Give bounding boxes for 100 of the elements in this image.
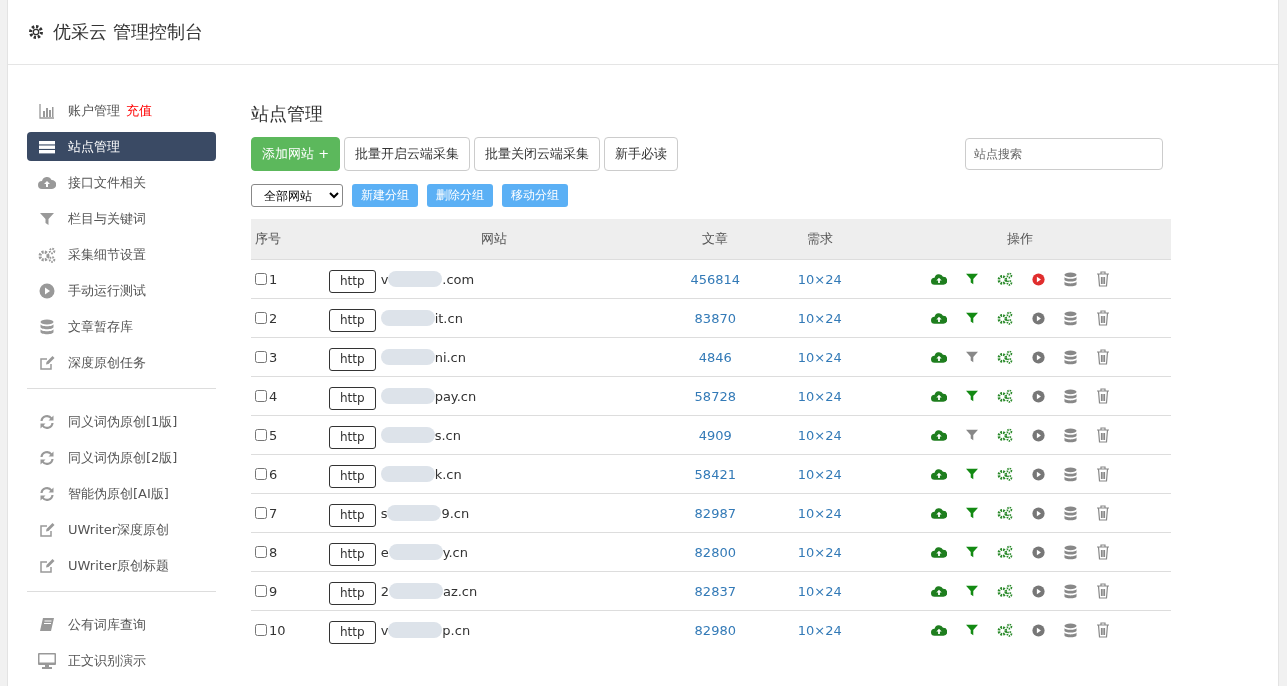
row-checkbox[interactable] (255, 312, 267, 324)
sidebar-item[interactable]: 账户管理 充值 (27, 96, 216, 125)
gears-icon[interactable] (996, 272, 1013, 286)
trash-icon[interactable] (1095, 583, 1110, 599)
trash-icon[interactable] (1095, 427, 1110, 443)
gears-icon[interactable] (996, 350, 1013, 364)
trash-icon[interactable] (1095, 349, 1110, 365)
filter-icon[interactable] (965, 507, 978, 519)
recharge-link[interactable]: 充值 (126, 101, 152, 120)
gears-icon[interactable] (996, 428, 1013, 442)
play-icon[interactable] (1031, 506, 1045, 520)
row-checkbox[interactable] (255, 273, 267, 285)
sidebar-item[interactable]: 深度原创任务 (27, 348, 216, 377)
sidebar-item[interactable]: 公有词库查询 (27, 610, 216, 639)
sidebar-item[interactable]: 智能伪原创[AI版] (27, 479, 216, 508)
sidebar-item[interactable]: 栏目与关键词 (27, 204, 216, 233)
trash-icon[interactable] (1095, 505, 1110, 521)
database-icon[interactable] (1063, 544, 1077, 560)
protocol-button[interactable]: http (329, 503, 376, 527)
gears-icon[interactable] (996, 389, 1013, 403)
database-icon[interactable] (1063, 505, 1077, 521)
cloud-upload-icon[interactable] (930, 311, 947, 325)
sidebar-item[interactable]: 站点管理 (27, 132, 216, 161)
trash-icon[interactable] (1095, 271, 1110, 287)
protocol-button[interactable]: http (329, 542, 376, 566)
database-icon[interactable] (1063, 271, 1077, 287)
play-icon[interactable] (1031, 623, 1045, 637)
sidebar-item[interactable]: 同义词伪原创[2版] (27, 443, 216, 472)
filter-icon[interactable] (965, 312, 978, 324)
play-icon[interactable] (1031, 389, 1045, 403)
cloud-upload-icon[interactable] (930, 428, 947, 442)
cloud-upload-icon[interactable] (930, 545, 947, 559)
sidebar-item[interactable]: 采集细节设置 (27, 240, 216, 269)
protocol-button[interactable]: http (329, 269, 376, 293)
cloud-upload-icon[interactable] (930, 272, 947, 286)
protocol-button[interactable]: http (329, 347, 376, 371)
trash-icon[interactable] (1095, 622, 1110, 638)
row-checkbox[interactable] (255, 585, 267, 597)
filter-icon[interactable] (965, 468, 978, 480)
row-checkbox[interactable] (255, 624, 267, 636)
cloud-upload-icon[interactable] (930, 506, 947, 520)
trash-icon[interactable] (1095, 544, 1110, 560)
cloud-upload-icon[interactable] (930, 623, 947, 637)
database-icon[interactable] (1063, 427, 1077, 443)
sidebar-item[interactable]: 正文识别演示 (27, 646, 216, 675)
play-icon[interactable] (1031, 584, 1045, 598)
filter-icon[interactable] (965, 273, 978, 285)
toolbar-button[interactable]: 批量关闭云端采集 (474, 137, 601, 171)
play-icon[interactable] (1031, 311, 1045, 325)
trash-icon[interactable] (1095, 388, 1110, 404)
sidebar-item[interactable]: 手动运行测试 (27, 276, 216, 305)
database-icon[interactable] (1063, 466, 1077, 482)
row-checkbox[interactable] (255, 546, 267, 558)
play-icon[interactable] (1031, 545, 1045, 559)
database-icon[interactable] (1063, 622, 1077, 638)
sidebar-item[interactable]: UWriter深度原创 (27, 515, 216, 544)
filter-icon[interactable] (965, 351, 978, 363)
row-checkbox[interactable] (255, 468, 267, 480)
play-icon[interactable] (1031, 272, 1045, 286)
row-checkbox[interactable] (255, 507, 267, 519)
filter-icon[interactable] (965, 546, 978, 558)
protocol-button[interactable]: http (329, 464, 376, 488)
cloud-upload-icon[interactable] (930, 350, 947, 364)
trash-icon[interactable] (1095, 310, 1110, 326)
cloud-upload-icon[interactable] (930, 584, 947, 598)
gears-icon[interactable] (996, 311, 1013, 325)
row-checkbox[interactable] (255, 429, 267, 441)
row-checkbox[interactable] (255, 351, 267, 363)
row-checkbox[interactable] (255, 390, 267, 402)
database-icon[interactable] (1063, 349, 1077, 365)
filter-icon[interactable] (965, 624, 978, 636)
cloud-upload-icon[interactable] (930, 389, 947, 403)
play-icon[interactable] (1031, 428, 1045, 442)
sidebar-item[interactable]: 同义词伪原创[1版] (27, 407, 216, 436)
gears-icon[interactable] (996, 467, 1013, 481)
trash-icon[interactable] (1095, 466, 1110, 482)
play-icon[interactable] (1031, 350, 1045, 364)
toolbar-button[interactable]: 批量开启云端采集 (344, 137, 471, 171)
protocol-button[interactable]: http (329, 308, 376, 332)
filter-icon[interactable] (965, 429, 978, 441)
gears-icon[interactable] (996, 584, 1013, 598)
protocol-button[interactable]: http (329, 386, 376, 410)
gears-icon[interactable] (996, 545, 1013, 559)
group-dropdown[interactable]: 全部网站 (251, 184, 343, 207)
search-field[interactable]: 站点搜索 (965, 138, 1163, 170)
sidebar-item[interactable]: 文章暂存库 (27, 312, 216, 341)
toolbar-button[interactable]: 新手必读 (604, 137, 679, 171)
filter-icon[interactable] (965, 390, 978, 402)
database-icon[interactable] (1063, 310, 1077, 326)
database-icon[interactable] (1063, 388, 1077, 404)
protocol-button[interactable]: http (329, 425, 376, 449)
sidebar-item[interactable]: 接口文件相关 (27, 168, 216, 197)
filter-icon[interactable] (965, 585, 978, 597)
cloud-upload-icon[interactable] (930, 467, 947, 481)
database-icon[interactable] (1063, 583, 1077, 599)
gears-icon[interactable] (996, 506, 1013, 520)
protocol-button[interactable]: http (329, 581, 376, 605)
sidebar-item[interactable]: UWriter原创标题 (27, 551, 216, 580)
protocol-button[interactable]: http (329, 620, 376, 644)
gears-icon[interactable] (996, 623, 1013, 637)
